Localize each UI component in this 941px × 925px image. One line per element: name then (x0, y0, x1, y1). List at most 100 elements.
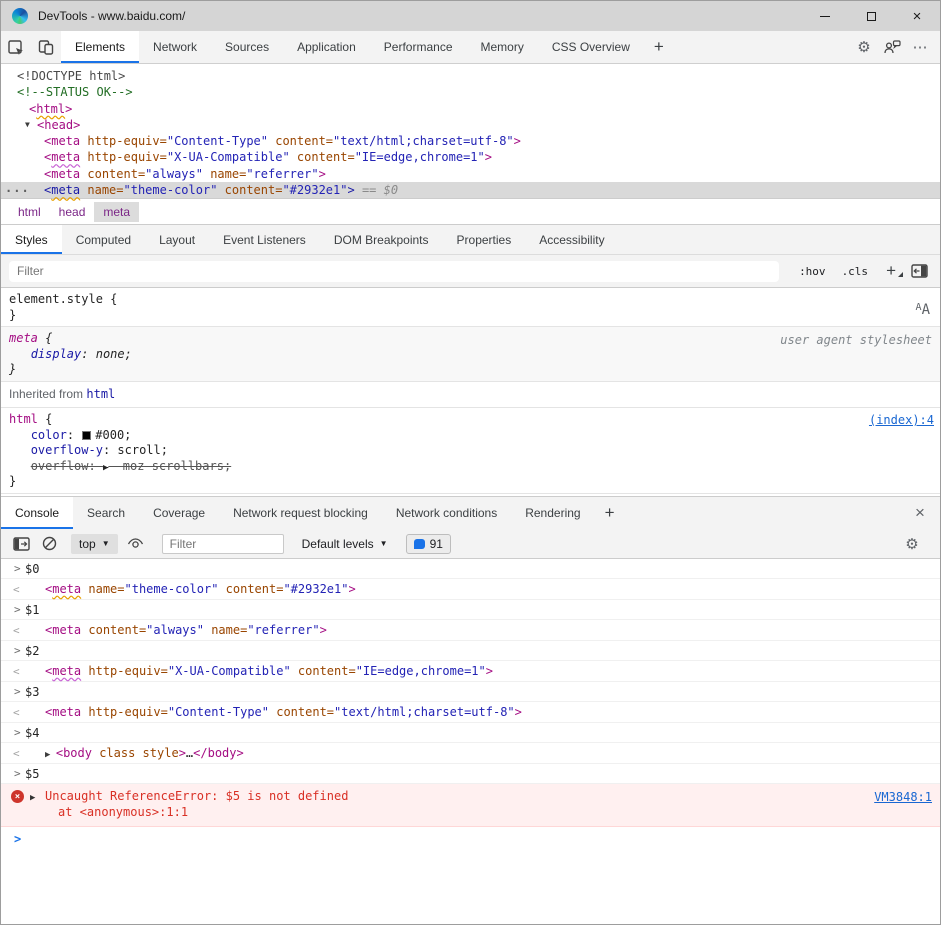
tab-computed[interactable]: Computed (62, 225, 145, 254)
tab-rendering[interactable]: Rendering (511, 497, 594, 529)
devtools-tab-bar: Elements Network Sources Application Per… (1, 31, 940, 64)
tab-search[interactable]: Search (73, 497, 139, 529)
inherited-from-label: Inherited from (9, 387, 86, 401)
device-emulation-button[interactable] (31, 31, 61, 63)
input-chevron-icon: > (14, 682, 21, 702)
toggle-element-state-button[interactable]: :hov (791, 265, 834, 278)
issues-count: 91 (430, 537, 443, 551)
clear-console-icon[interactable] (37, 532, 61, 556)
tab-accessibility[interactable]: Accessibility (525, 225, 618, 254)
error-source-link[interactable]: VM3848:1 (874, 789, 932, 805)
close-drawer-button[interactable]: × (906, 503, 934, 523)
console-result-row[interactable]: <<meta http-equiv="Content-Type" content… (1, 702, 940, 723)
styles-filter-input[interactable] (9, 261, 779, 282)
tab-network-conditions[interactable]: Network conditions (382, 497, 511, 529)
tab-network[interactable]: Network (139, 31, 211, 63)
element-style-rule[interactable]: element.style { } AA (1, 288, 940, 327)
element-classes-button[interactable]: .cls (834, 265, 877, 278)
console-input-row[interactable]: >$1 (1, 600, 940, 620)
dom-node-meta-xua[interactable]: <meta http-equiv="X-UA-Compatible" conte… (1, 149, 940, 165)
console-error-message[interactable]: × ▶ VM3848:1 Uncaught ReferenceError: $5… (1, 784, 940, 827)
tab-dom-breakpoints[interactable]: DOM Breakpoints (320, 225, 443, 254)
console-settings-gear-icon[interactable]: ⚙ (898, 535, 926, 553)
tab-event-listeners[interactable]: Event Listeners (209, 225, 320, 254)
tab-console[interactable]: Console (1, 497, 73, 529)
javascript-context-selector[interactable]: top ▼ (71, 534, 118, 554)
user-agent-style-rule[interactable]: user agent stylesheet meta { display: no… (1, 327, 940, 382)
console-input-row[interactable]: >$2 (1, 641, 940, 661)
edge-logo-icon (12, 8, 28, 24)
console-sidebar-toggle-icon[interactable] (9, 532, 33, 556)
html-style-rule[interactable]: (index):4 html { color: #000; overflow-y… (1, 408, 940, 494)
console-filter-input[interactable] (162, 534, 284, 554)
live-expression-eye-icon[interactable] (124, 532, 148, 556)
output-chevron-icon: < (13, 579, 20, 600)
error-icon: × (11, 790, 24, 803)
collapse-arrow-icon[interactable]: ▼ (25, 117, 30, 133)
dom-node-meta-content-type[interactable]: <meta http-equiv="Content-Type" content=… (1, 133, 940, 149)
console-prompt[interactable]: > (1, 827, 940, 851)
tab-sources[interactable]: Sources (211, 31, 283, 63)
settings-gear-icon[interactable]: ⚙ (850, 38, 878, 56)
expand-error-arrow-icon[interactable]: ▶ (30, 790, 35, 806)
log-levels-dropdown[interactable]: Default levels ▼ (302, 537, 388, 551)
output-chevron-icon: < (13, 702, 20, 723)
input-chevron-icon: > (14, 723, 21, 743)
cursor-arrow-icon (16, 48, 23, 55)
console-result-row[interactable]: <▶ <body class style>…</body> (1, 743, 940, 764)
console-result-row[interactable]: <<meta name="theme-color" content="#2932… (1, 579, 940, 600)
tab-properties[interactable]: Properties (443, 225, 526, 254)
input-chevron-icon: > (14, 764, 21, 784)
new-style-rule-button[interactable]: + (876, 261, 906, 281)
styles-pane: element.style { } AA user agent styleshe… (1, 288, 940, 496)
tab-memory[interactable]: Memory (467, 31, 538, 63)
tab-network-request-blocking[interactable]: Network request blocking (219, 497, 382, 529)
inspect-element-button[interactable] (1, 31, 31, 63)
dom-node-head[interactable]: ▼ <head> (1, 117, 940, 133)
tab-css-overview[interactable]: CSS Overview (538, 31, 644, 63)
console-input-row[interactable]: >$5 (1, 764, 940, 784)
maximize-icon (867, 12, 876, 21)
tab-application[interactable]: Application (283, 31, 370, 63)
maximize-button[interactable] (848, 1, 894, 31)
font-editor-icon[interactable]: AA (916, 302, 930, 318)
add-panel-button[interactable]: + (644, 31, 674, 63)
console-input-row[interactable]: >$0 (1, 559, 940, 579)
breadcrumb-html[interactable]: html (9, 202, 50, 222)
dom-node-meta-theme-color-selected[interactable]: ... <meta name="theme-color" content="#2… (1, 182, 940, 198)
input-chevron-icon: > (14, 641, 21, 661)
console-result-row[interactable]: <<meta http-equiv="X-UA-Compatible" cont… (1, 661, 940, 682)
dom-node-comment[interactable]: <!--STATUS OK--> (1, 84, 940, 100)
console-toolbar: top ▼ Default levels ▼ 91 ⚙ (1, 529, 940, 559)
feedback-icon[interactable] (878, 40, 906, 54)
dom-tree-panel: <!DOCTYPE html> <!--STATUS OK--> <html> … (1, 64, 940, 198)
console-result-row[interactable]: <<meta content="always" name="referrer"> (1, 620, 940, 641)
tab-styles[interactable]: Styles (1, 225, 62, 254)
dom-node-doctype[interactable]: <!DOCTYPE html> (1, 68, 940, 84)
output-chevron-icon: < (13, 620, 20, 641)
console-input-row[interactable]: >$4 (1, 723, 940, 743)
node-more-actions-icon[interactable]: ... (5, 180, 30, 196)
breadcrumb-head[interactable]: head (50, 202, 95, 222)
close-window-button[interactable]: × (894, 1, 940, 31)
elements-sidebar-tab-bar: Styles Computed Layout Event Listeners D… (1, 224, 940, 255)
console-drawer-tab-bar: Console Search Coverage Network request … (1, 496, 940, 529)
add-drawer-panel-button[interactable]: + (595, 497, 625, 529)
tab-elements[interactable]: Elements (61, 31, 139, 63)
console-input-row[interactable]: >$3 (1, 682, 940, 702)
context-label: top (79, 537, 96, 551)
stylesheet-source-link[interactable]: (index):4 (869, 413, 934, 427)
more-options-icon[interactable]: ⋯ (906, 38, 934, 56)
dom-node-meta-referrer[interactable]: <meta content="always" name="referrer"> (1, 166, 940, 182)
tab-coverage[interactable]: Coverage (139, 497, 219, 529)
computed-styles-sidebar-icon[interactable] (906, 264, 932, 278)
breadcrumb-meta[interactable]: meta (94, 202, 139, 222)
issues-counter[interactable]: 91 (406, 534, 451, 554)
tab-performance[interactable]: Performance (370, 31, 467, 63)
issues-bubble-icon (414, 539, 425, 549)
dom-node-html[interactable]: <html> (1, 101, 940, 117)
inherited-node-link[interactable]: html (86, 387, 115, 401)
error-stack-line: at <anonymous>:1:1 (45, 804, 940, 820)
tab-layout[interactable]: Layout (145, 225, 209, 254)
minimize-button[interactable] (802, 1, 848, 31)
